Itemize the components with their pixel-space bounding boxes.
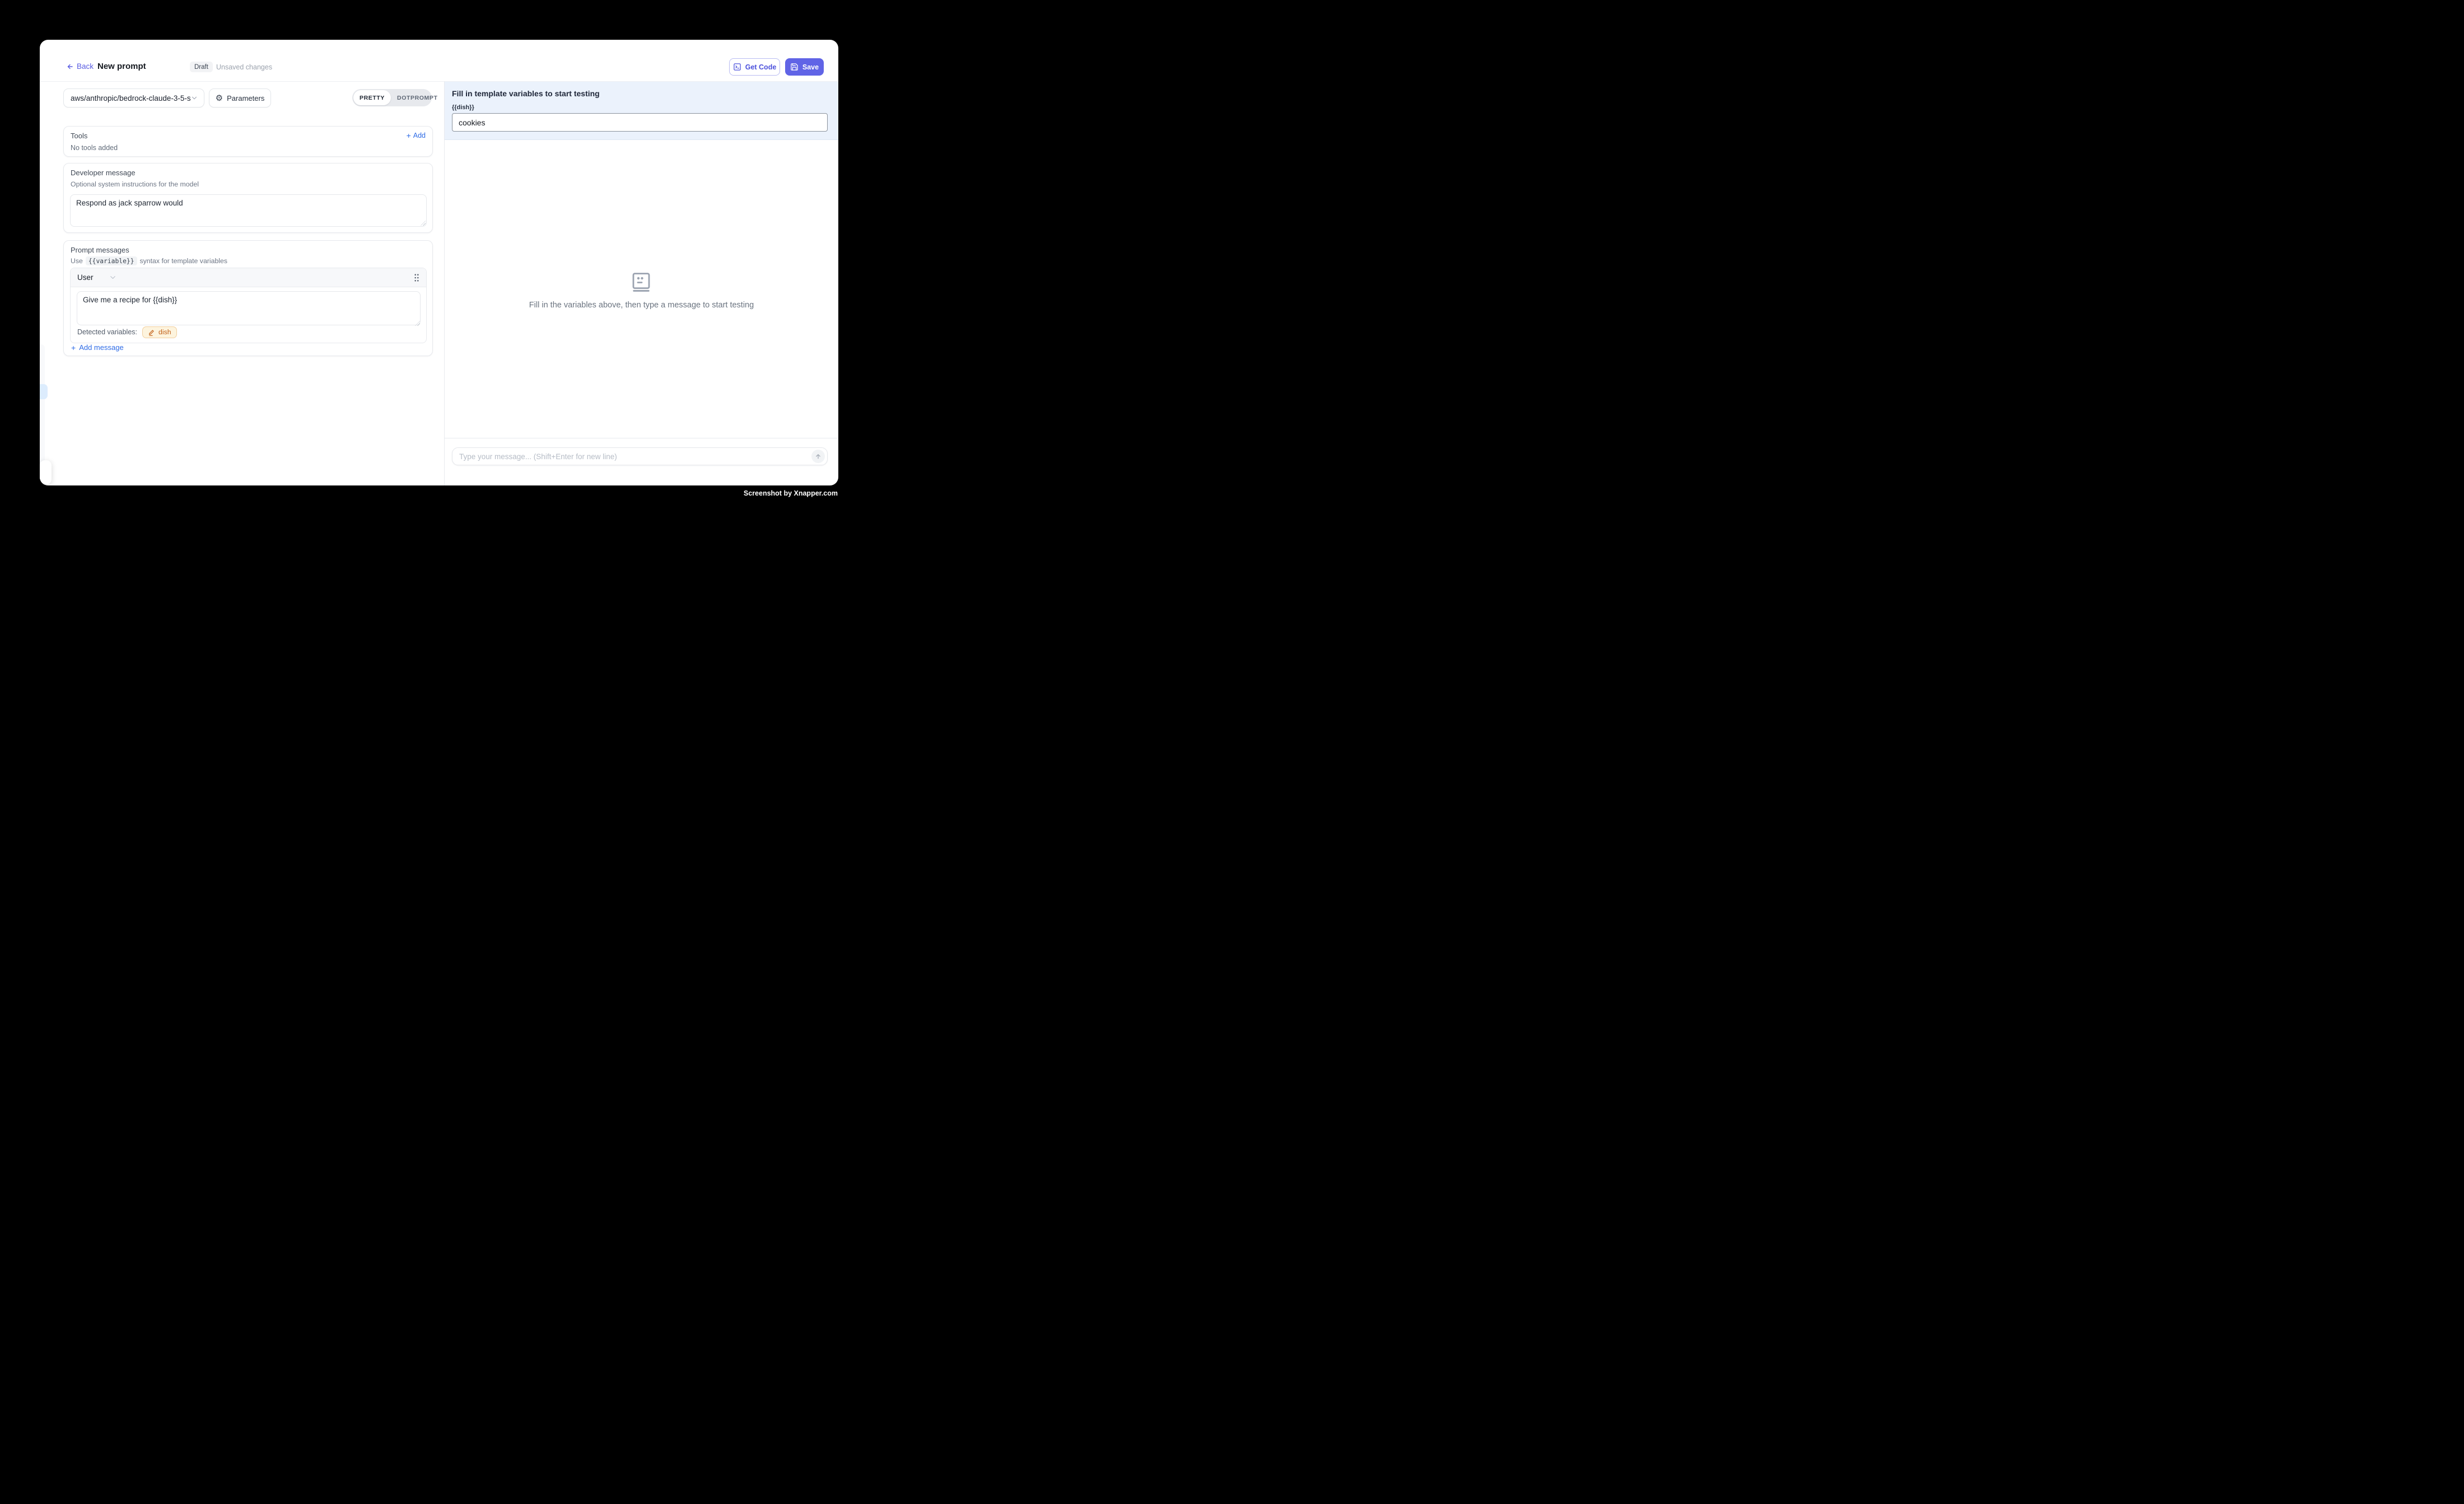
developer-message-input[interactable]: Respond as jack sparrow would (70, 194, 427, 227)
prompt-messages-title: Prompt messages (71, 246, 129, 254)
gear-icon: ⚙ (216, 94, 223, 102)
chevron-down-icon[interactable] (109, 273, 117, 282)
get-code-label: Get Code (745, 63, 777, 71)
template-variables-banner: Fill in template variables to start test… (445, 82, 838, 140)
watermark-text: Screenshot by Xnapper.com (744, 489, 838, 497)
template-syntax-hint: Use {{variable}} syntax for template var… (71, 256, 227, 265)
developer-message-subtitle: Optional system instructions for the mod… (71, 180, 199, 188)
code-icon (733, 63, 741, 71)
sidebar-active-indicator (40, 384, 48, 399)
variable-key-label: {{dish}} (452, 104, 474, 111)
message-content-input[interactable]: Give me a recipe for {{dish}} (77, 291, 421, 325)
pane-divider (444, 81, 445, 485)
detected-variables-row: Detected variables: dish (77, 325, 177, 339)
toggle-option-pretty[interactable]: PRETTY (353, 90, 391, 105)
view-mode-toggle: PRETTY DOTPROMPT (352, 89, 432, 106)
prompt-messages-section: Prompt messages Use {{variable}} syntax … (63, 240, 433, 356)
plus-icon: + (407, 132, 411, 139)
get-code-button[interactable]: Get Code (729, 58, 780, 76)
detected-variables-label: Detected variables: (77, 328, 137, 336)
parameters-label: Parameters (227, 94, 264, 102)
parameters-button[interactable]: ⚙ Parameters (209, 88, 271, 108)
add-message-label: Add message (79, 343, 124, 352)
chat-message-input[interactable] (459, 452, 811, 461)
plus-icon: + (71, 344, 76, 352)
page-title: New prompt (97, 62, 146, 71)
add-tool-label: Add (413, 132, 426, 139)
add-message-button[interactable]: + Add message (71, 343, 124, 352)
variable-chip-label: dish (158, 328, 171, 336)
model-selector-value: aws/anthropic/bedrock-claude-3-5-s... (71, 94, 190, 102)
variable-chip-dish[interactable]: dish (142, 326, 177, 338)
chevron-down-icon (190, 94, 198, 102)
tools-section: Tools + Add No tools added (63, 126, 433, 157)
back-button[interactable]: Back (66, 62, 94, 71)
message-header: User (71, 268, 426, 287)
sidebar-peek-panel (40, 460, 52, 484)
variable-token-chip: {{variable}} (86, 256, 137, 265)
message-block: User Give me a recipe for {{dish}} Detec… (70, 268, 427, 343)
drag-handle-icon[interactable] (414, 273, 419, 282)
role-select-value: User (77, 273, 94, 282)
app-window: Back New prompt Draft Unsaved changes Ge… (40, 40, 838, 485)
empty-chat-face-icon (632, 273, 651, 292)
back-label: Back (77, 62, 94, 71)
back-arrow-icon (66, 63, 74, 71)
chat-input-container (452, 447, 828, 465)
model-selector[interactable]: aws/anthropic/bedrock-claude-3-5-s... (63, 88, 204, 108)
toggle-option-dotprompt[interactable]: DOTPROMPT (391, 90, 444, 105)
status-badge: Draft (190, 62, 213, 72)
add-tool-button[interactable]: + Add (407, 132, 426, 139)
send-button[interactable] (811, 450, 825, 463)
save-icon (790, 63, 799, 71)
developer-message-title: Developer message (71, 169, 136, 177)
empty-chat-text: Fill in the variables above, then type a… (445, 301, 838, 310)
tools-title: Tools (71, 132, 87, 140)
variable-value-input[interactable] (452, 113, 828, 132)
hint-suffix: syntax for template variables (140, 257, 228, 265)
banner-title: Fill in template variables to start test… (452, 89, 600, 98)
save-button[interactable]: Save (785, 58, 824, 76)
hint-prefix: Use (71, 257, 83, 265)
unsaved-changes-text: Unsaved changes (216, 63, 272, 71)
save-label: Save (802, 63, 819, 71)
developer-message-section: Developer message Optional system instru… (63, 163, 433, 233)
pencil-icon (148, 329, 155, 336)
tools-empty-text: No tools added (71, 144, 118, 152)
